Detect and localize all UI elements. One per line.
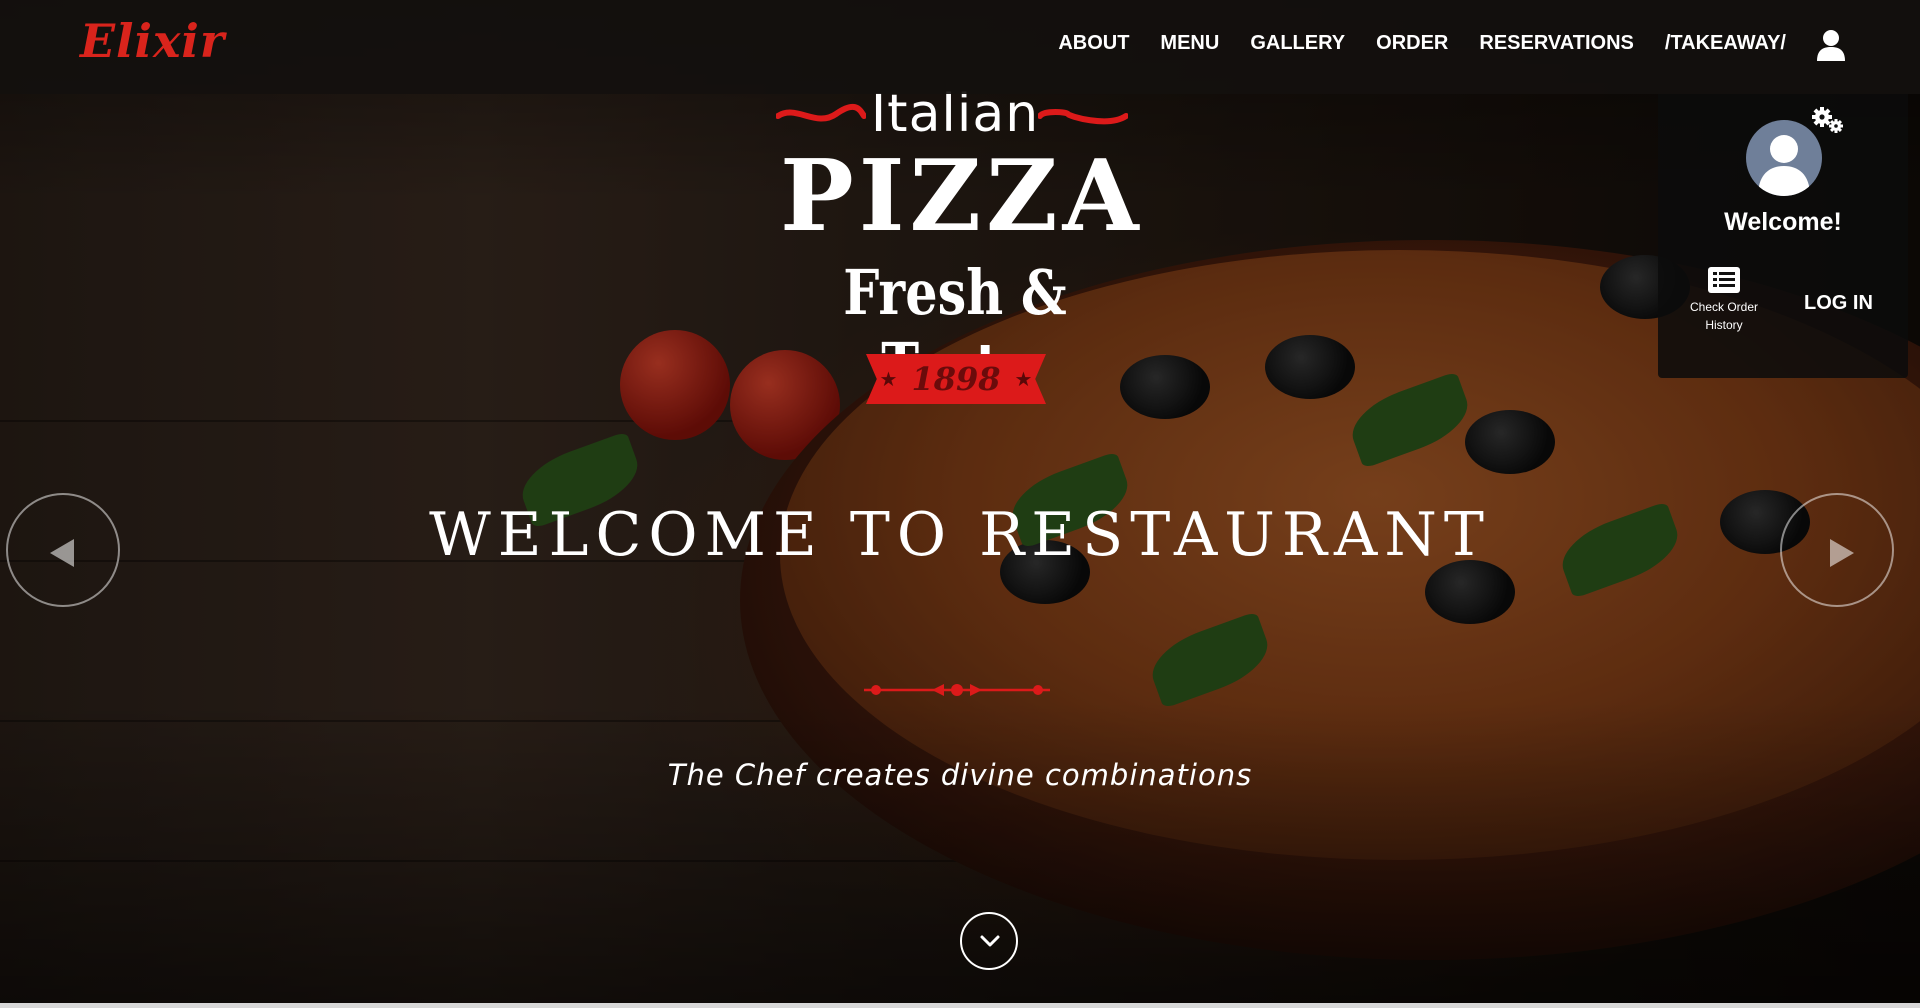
logo-year-ribbon: ★ 1898 ★ — [866, 354, 1046, 404]
carousel-next-button[interactable] — [1780, 493, 1894, 607]
star-icon: ★ — [1014, 368, 1033, 391]
nav-about-link[interactable]: ABOUT — [1058, 32, 1129, 55]
chevron-down-icon — [980, 935, 1000, 947]
list-icon — [1708, 267, 1740, 293]
main-nav: ABOUT MENU GALLERY ORDER RESERVATIONS /T… — [1058, 32, 1786, 55]
hero-tagline: The Chef creates divine combinations — [667, 758, 1253, 792]
nav-takeaway-link[interactable]: /TAKEAWAY/ — [1665, 32, 1786, 55]
scroll-down-button[interactable] — [960, 912, 1018, 970]
avatar — [1746, 120, 1822, 196]
login-button[interactable]: LOG IN — [1804, 292, 1873, 315]
account-dropdown: Welcome! Check Order History LOG IN — [1658, 94, 1908, 378]
nav-menu-link[interactable]: MENU — [1160, 32, 1219, 55]
carousel-prev-button[interactable] — [6, 493, 120, 607]
nav-reservations-link[interactable]: RESERVATIONS — [1479, 32, 1633, 55]
avatar-silhouette-icon — [1758, 135, 1810, 196]
check-order-history-label: Check Order History — [1689, 300, 1759, 332]
nav-gallery-link[interactable]: GALLERY — [1250, 32, 1345, 55]
triangle-left-icon — [50, 539, 74, 567]
star-icon: ★ — [879, 368, 898, 391]
check-order-history-button[interactable]: Check Order History — [1682, 266, 1766, 334]
logo-year-text: 1898 — [911, 360, 1001, 398]
logo-pizza-text: PIZZA — [780, 139, 1144, 254]
gears-icon[interactable] — [1810, 106, 1846, 136]
italian-pizza-logo: Italian PIZZA Fresh & Tasty ★ 1898 ★ — [776, 84, 1144, 414]
welcome-text: Welcome! — [1724, 208, 1842, 236]
triangle-right-icon — [1830, 539, 1854, 567]
nav-order-link[interactable]: ORDER — [1376, 32, 1448, 55]
red-divider-ornament — [864, 684, 1050, 696]
user-icon[interactable] — [1814, 28, 1848, 62]
page-bottom-edge — [0, 1003, 1920, 1008]
brand-logo[interactable]: Elixir — [80, 14, 225, 68]
top-navbar: Elixir ABOUT MENU GALLERY ORDER RESERVAT… — [0, 0, 1920, 94]
hero-title: WELCOME TO RESTAURANT — [429, 500, 1491, 570]
